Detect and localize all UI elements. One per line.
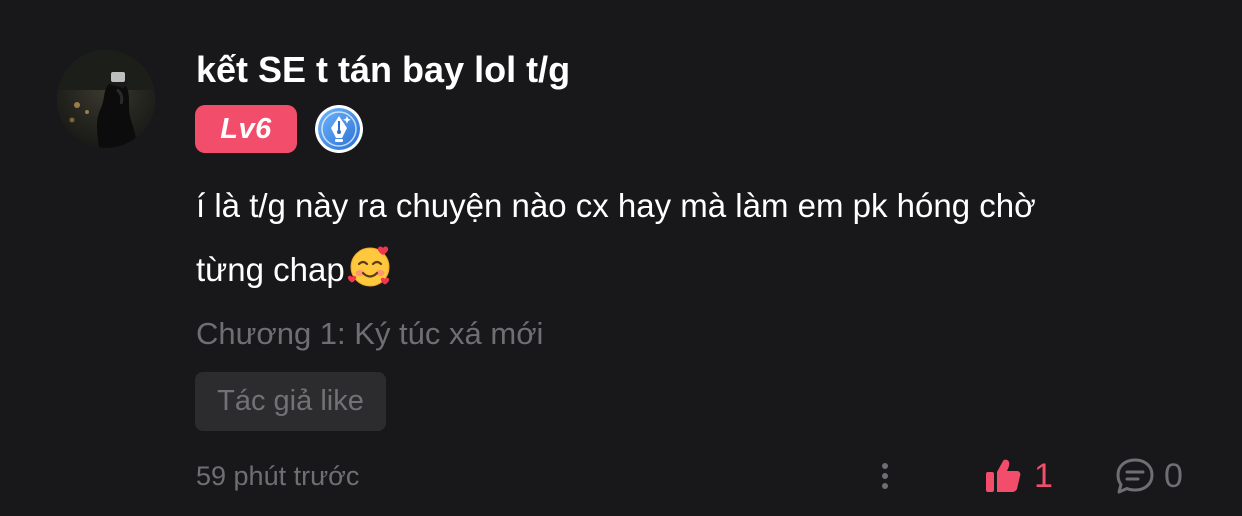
comment-content: í là t/g này ra chuyện nào cx hay mà làm… [196, 174, 1206, 302]
like-count: 1 [1034, 456, 1053, 495]
more-vertical-icon [882, 463, 888, 489]
avatar[interactable] [57, 50, 155, 148]
username[interactable]: kết SE t tán bay lol t/g [196, 46, 570, 94]
comment-text-line-last: từng chap [196, 238, 1206, 302]
level-badge: Lv6 [195, 105, 297, 153]
comment-text-line: í là t/g này ra chuyện nào cx hay mà làm… [196, 187, 1036, 224]
comment-bubble-icon [1116, 458, 1154, 494]
comment-text-line: từng chap [196, 251, 345, 288]
comment-item: kết SE t tán bay lol t/g Lv6 í là t/g nà… [0, 0, 1242, 516]
reply-count: 0 [1164, 456, 1183, 495]
thumbs-up-icon [986, 459, 1021, 492]
author-like-tag: Tác giả like [195, 372, 386, 431]
chapter-link[interactable]: Chương 1: Ký túc xá mới [196, 312, 543, 356]
fountain-pen-badge-icon [314, 104, 364, 154]
reply-button[interactable]: 0 [1114, 452, 1183, 500]
avatar-photo [57, 50, 155, 148]
smiling-face-with-hearts-icon [347, 243, 393, 289]
timestamp: 59 phút trước [196, 461, 360, 491]
more-button[interactable] [870, 456, 900, 496]
like-button[interactable]: 1 [984, 452, 1053, 500]
